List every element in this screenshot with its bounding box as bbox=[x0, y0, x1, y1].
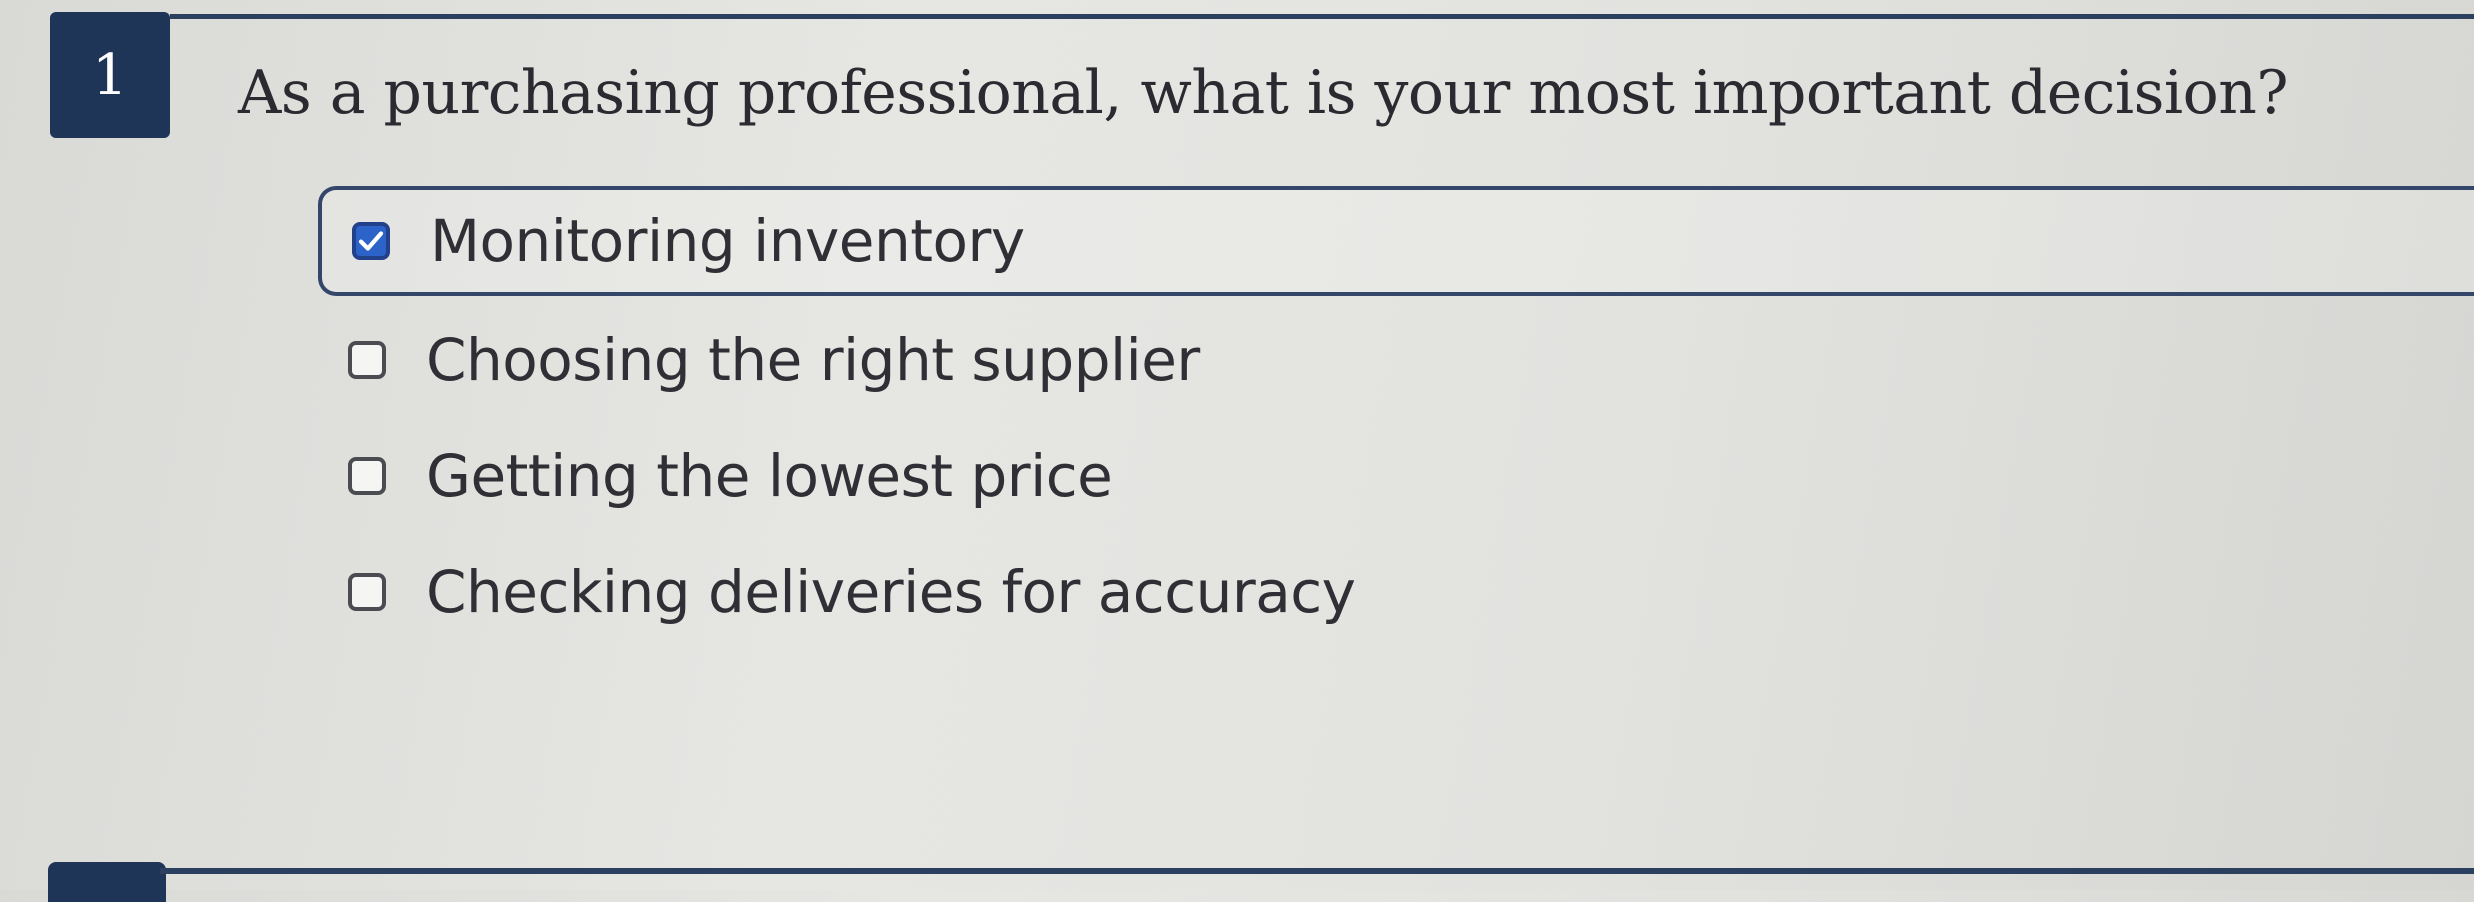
checkbox-unchecked[interactable] bbox=[348, 341, 386, 379]
answer-option-checking-deliveries[interactable]: Checking deliveries for accuracy bbox=[318, 534, 2474, 650]
question-text: As a purchasing professional, what is yo… bbox=[238, 58, 2289, 128]
answer-option-choosing-supplier[interactable]: Choosing the right supplier bbox=[318, 302, 2474, 418]
answer-option-label: Choosing the right supplier bbox=[426, 326, 1200, 394]
answer-option-monitoring-inventory[interactable]: Monitoring inventory bbox=[318, 186, 2474, 296]
bottom-divider bbox=[160, 868, 2474, 874]
checkbox-unchecked[interactable] bbox=[348, 573, 386, 611]
checkbox-checked[interactable] bbox=[352, 222, 390, 260]
next-question-badge bbox=[48, 862, 166, 902]
answer-option-label: Checking deliveries for accuracy bbox=[426, 558, 1356, 626]
answer-option-label: Getting the lowest price bbox=[426, 442, 1113, 510]
top-divider bbox=[170, 14, 2474, 19]
answer-option-label: Monitoring inventory bbox=[430, 207, 1025, 275]
question-number: 1 bbox=[92, 42, 128, 108]
answer-option-lowest-price[interactable]: Getting the lowest price bbox=[318, 418, 2474, 534]
question-number-badge: 1 bbox=[50, 12, 170, 138]
answer-options: Monitoring inventory Choosing the right … bbox=[318, 186, 2474, 650]
checkbox-unchecked[interactable] bbox=[348, 457, 386, 495]
check-icon bbox=[358, 231, 384, 251]
